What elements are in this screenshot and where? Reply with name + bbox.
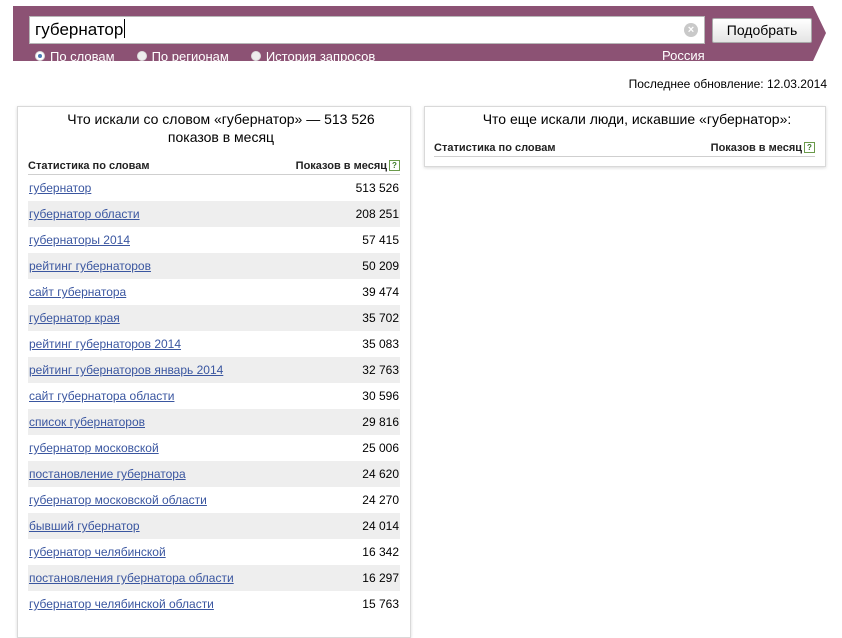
impressions-count: 513 526	[355, 181, 399, 195]
search-bar: губернатор × Подобрать По словам По реги…	[13, 6, 813, 64]
phrase-link[interactable]: губернатор области	[29, 207, 140, 221]
impressions-count: 35 702	[362, 311, 399, 325]
table-row: рейтинг губернаторов 50 209	[28, 253, 400, 279]
phrase-link[interactable]: губернаторы 2014	[29, 233, 130, 247]
table-row: рейтинг губернаторов январь 2014 32 763	[28, 357, 400, 383]
table-row: постановления губернатора области 16 297	[28, 565, 400, 591]
phrase-link[interactable]: рейтинг губернаторов	[29, 259, 151, 273]
table-row: сайт губернатора области 30 596	[28, 383, 400, 409]
last-update: Последнее обновление: 12.03.2014	[628, 77, 827, 91]
mode-label: По словам	[50, 48, 115, 64]
impressions-count: 208 251	[355, 207, 399, 221]
table-row: губернатор московской 25 006	[28, 435, 400, 461]
table-row: постановление губернатора 24 620	[28, 461, 400, 487]
phrase-link[interactable]: губернатор	[29, 181, 91, 195]
clear-icon[interactable]: ×	[684, 23, 698, 37]
impressions-count: 39 474	[362, 285, 399, 299]
phrase-link[interactable]: список губернаторов	[29, 415, 145, 429]
table-row: губернатор 513 526	[28, 175, 400, 201]
column-count: Показов в месяц	[710, 142, 802, 154]
phrase-link[interactable]: губернатор московской	[29, 441, 159, 455]
column-count-wrap: Показов в месяц?	[711, 142, 815, 154]
impressions-count: 24 270	[362, 493, 399, 507]
impressions-count: 32 763	[362, 363, 399, 377]
impressions-count: 16 342	[362, 545, 399, 559]
search-mode-options: По словам По регионам История запросов	[35, 48, 397, 64]
impressions-count: 16 297	[362, 571, 399, 585]
help-icon[interactable]: ?	[804, 142, 815, 153]
column-count: Показов в месяц	[295, 160, 387, 172]
text-caret	[124, 19, 126, 38]
phrase-link[interactable]: рейтинг губернаторов январь 2014	[29, 363, 223, 377]
radio-selected-icon[interactable]	[35, 51, 45, 61]
mode-by-regions[interactable]: По регионам	[136, 48, 229, 64]
phrase-link[interactable]: бывший губернатор	[29, 519, 140, 533]
word-list: губернатор 513 526 губернатор области 208 2…	[28, 175, 400, 617]
impressions-count: 35 083	[362, 337, 399, 351]
impressions-count: 57 415	[362, 233, 399, 247]
related-panel: Что еще искали люди, искавшие «губернато…	[424, 106, 826, 167]
panel-title: Что искали со словом «губернатор» — 513 …	[67, 111, 375, 145]
impressions-count: 50 209	[362, 259, 399, 273]
region-link[interactable]: Россия	[662, 48, 705, 63]
words-panel: Что искали со словом «губернатор» — 513 …	[17, 106, 411, 638]
panel-title: Что еще искали люди, искавшие «губернато…	[482, 111, 792, 127]
phrase-link[interactable]: сайт губернатора области	[29, 389, 174, 403]
table-row: губернаторы 2014 57 415	[28, 227, 400, 253]
phrase-link[interactable]: губернатор края	[29, 311, 120, 325]
table-row: рейтинг губернаторов 2014 35 083	[28, 331, 400, 357]
search-bar-arrow	[813, 6, 826, 61]
table-row: губернатор московской области 24 270	[28, 487, 400, 513]
mode-history[interactable]: История запросов	[250, 48, 376, 64]
search-query[interactable]: губернатор	[35, 20, 123, 39]
impressions-count: 29 816	[362, 415, 399, 429]
phrase-link[interactable]: постановления губернатора области	[29, 571, 234, 585]
table-row: губернатор области 208 251	[28, 201, 400, 227]
table-row: губернатор челябинской 16 342	[28, 539, 400, 565]
radio-icon[interactable]	[250, 51, 261, 61]
table-row: бывший губернатор 24 014	[28, 513, 400, 539]
table-header: Статистика по словам Показов в месяц?	[434, 142, 815, 157]
table-header: Статистика по словам Показов в месяц?	[28, 160, 400, 175]
table-row: список губернаторов 29 816	[28, 409, 400, 435]
mode-label: По регионам	[151, 48, 229, 64]
table-row: сайт губернатора 39 474	[28, 279, 400, 305]
phrase-link[interactable]: постановление губернатора	[29, 467, 186, 481]
impressions-count: 30 596	[362, 389, 399, 403]
radio-icon[interactable]	[136, 51, 147, 61]
phrase-link[interactable]: сайт губернатора	[29, 285, 126, 299]
phrase-link[interactable]: губернатор челябинской области	[29, 597, 214, 611]
impressions-count: 24 014	[362, 519, 399, 533]
column-words: Статистика по словам	[28, 160, 150, 172]
help-icon[interactable]: ?	[389, 160, 400, 171]
impressions-count: 25 006	[362, 441, 399, 455]
column-words: Статистика по словам	[434, 142, 556, 154]
phrase-link[interactable]: рейтинг губернаторов 2014	[29, 337, 181, 351]
table-row: губернатор края 35 702	[28, 305, 400, 331]
phrase-link[interactable]: губернатор челябинской	[29, 545, 166, 559]
search-input[interactable]: губернатор ×	[29, 16, 705, 44]
submit-button[interactable]: Подобрать	[712, 18, 812, 43]
impressions-count: 24 620	[362, 467, 399, 481]
table-row: губернатор челябинской области 15 763	[28, 591, 400, 617]
mode-by-words[interactable]: По словам	[35, 49, 115, 64]
impressions-count: 15 763	[362, 597, 399, 611]
phrase-link[interactable]: губернатор московской области	[29, 493, 207, 507]
column-count-wrap: Показов в месяц?	[296, 160, 400, 172]
mode-label: История запросов	[265, 48, 376, 64]
